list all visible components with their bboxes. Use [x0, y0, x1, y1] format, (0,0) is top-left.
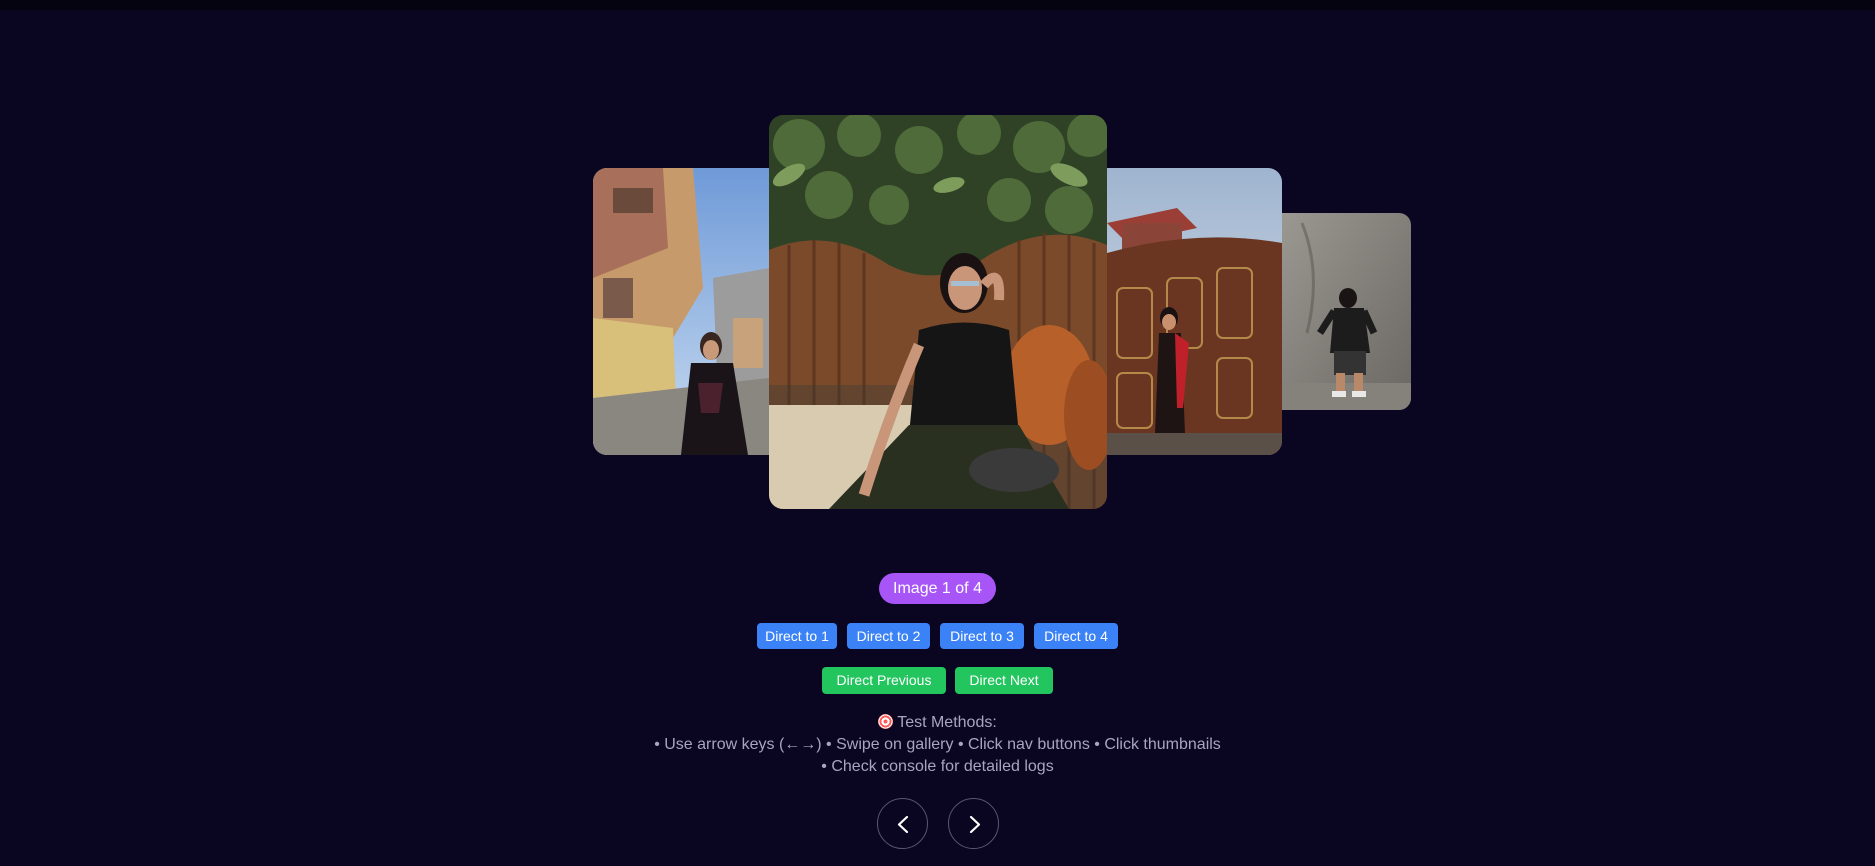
test-methods-instructions: Test Methods: • Use arrow keys (←→) • Sw… — [560, 712, 1315, 778]
chevron-right-icon — [969, 815, 981, 834]
direct-to-4-button[interactable]: Direct to 4 — [1034, 623, 1118, 649]
image-counter-badge: Image 1 of 4 — [879, 573, 996, 604]
instructions-line-2: • Check console for detailed logs — [821, 758, 1054, 775]
dart-target-icon — [878, 714, 894, 729]
instructions-title-text: Test Methods: — [897, 714, 997, 731]
gallery-image-left[interactable] — [593, 168, 769, 455]
direct-to-3-button[interactable]: Direct to 3 — [940, 623, 1024, 649]
chevron-left-icon — [897, 815, 909, 834]
instructions-title: Test Methods: — [560, 712, 1315, 734]
top-bar — [0, 0, 1875, 10]
previous-image-button[interactable] — [877, 798, 928, 849]
direct-to-1-button[interactable]: Direct to 1 — [757, 623, 837, 649]
photo-man-at-wall — [1282, 213, 1411, 410]
photo-woman-on-sofa — [769, 115, 1107, 509]
direct-next-button[interactable]: Direct Next — [955, 667, 1053, 694]
direct-previous-button[interactable]: Direct Previous — [822, 667, 946, 694]
gallery-image-right[interactable] — [1107, 168, 1282, 455]
direct-to-2-button[interactable]: Direct to 2 — [847, 623, 930, 649]
next-image-button[interactable] — [948, 798, 999, 849]
photo-woman-at-gate — [1107, 168, 1282, 455]
photo-woman-in-alley — [593, 168, 769, 455]
instructions-line-1: • Use arrow keys (←→) • Swipe on gallery… — [654, 736, 1221, 753]
gallery-image-far-right[interactable] — [1282, 213, 1411, 410]
gallery-image-center[interactable] — [769, 115, 1107, 509]
